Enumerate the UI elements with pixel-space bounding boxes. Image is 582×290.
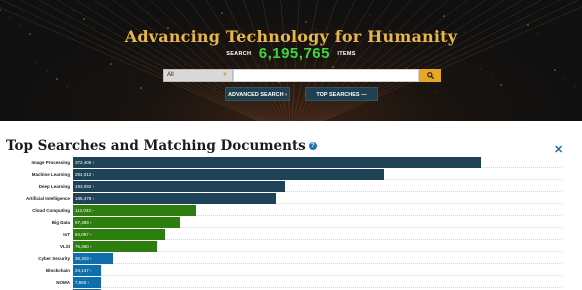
chart-bar[interactable] xyxy=(73,169,385,180)
row-divider xyxy=(73,275,562,276)
chart-row: Big Data 97,489 › xyxy=(0,217,582,228)
top-searches-panel: Top Searches and Matching Documents? ✕ I… xyxy=(0,121,582,290)
row-divider xyxy=(73,287,562,288)
chart-data-label[interactable]: 24,147 › xyxy=(75,265,92,276)
scope-select[interactable]: All ▼ xyxy=(163,69,233,82)
item-count: SEARCH 6,195,765 ITEMS xyxy=(0,45,582,63)
hero-banner: Advancing Technology for Humanity SEARCH… xyxy=(0,0,582,121)
chart-data-label[interactable]: 97,489 › xyxy=(75,217,92,228)
chart-row: Artificial Intelligence 185,479 › xyxy=(0,193,582,204)
chart-data-label[interactable]: 284,012 › xyxy=(75,169,94,180)
chart-category-label[interactable]: Blockchain xyxy=(46,265,70,276)
chart-data-label[interactable]: 7,550 › xyxy=(75,277,89,288)
chart-category-label[interactable]: Big Data xyxy=(52,217,70,228)
chart-data-label[interactable]: 112,033 › xyxy=(75,205,94,216)
chart-category-label[interactable]: NOMA xyxy=(56,277,70,288)
row-divider xyxy=(73,263,562,264)
chart-row: Deep Learning 193,092 › xyxy=(0,181,582,192)
chart-row: Cloud Computing 112,033 › xyxy=(0,205,582,216)
search-input[interactable] xyxy=(233,69,419,82)
panel-heading-text: Top Searches and Matching Documents xyxy=(6,138,306,154)
search-bar: All ▼ xyxy=(163,69,441,82)
chart-bar[interactable] xyxy=(73,193,277,204)
chevron-down-icon: ▼ xyxy=(222,72,228,78)
search-button[interactable] xyxy=(419,69,441,82)
chart-category-label[interactable]: Machine Learning xyxy=(32,169,70,180)
scope-select-value: All xyxy=(167,72,174,78)
top-searches-chart: Image Processing 372,405 › Machine Learnin… xyxy=(0,157,582,290)
hero-title: Advancing Technology for Humanity xyxy=(124,27,458,46)
chart-row: Machine Learning 284,012 › xyxy=(0,169,582,180)
chart-data-label[interactable]: 185,479 › xyxy=(75,193,94,204)
chart-data-label[interactable]: 193,092 › xyxy=(75,181,94,192)
chart-row: Image Processing 372,405 › xyxy=(0,157,582,168)
chart-bar[interactable] xyxy=(73,157,481,168)
question-circle-icon[interactable]: ? xyxy=(308,141,317,150)
top-searches-button[interactable]: TOP SEARCHES — xyxy=(305,87,378,101)
advanced-search-button[interactable]: ADVANCED SEARCH › xyxy=(225,87,290,101)
count-suffix: ITEMS xyxy=(337,50,356,57)
count-prefix: SEARCH xyxy=(226,50,252,57)
chart-category-label[interactable]: Image Processing xyxy=(31,157,70,168)
chart-row: VLSI 76,360 › xyxy=(0,241,582,252)
chart-category-label[interactable]: Artificial Intelligence xyxy=(26,193,70,204)
chart-data-label[interactable]: 76,360 › xyxy=(75,241,92,252)
chart-category-label[interactable]: IoT xyxy=(63,229,70,240)
chart-data-label[interactable]: 372,405 › xyxy=(75,157,94,168)
chart-category-label[interactable]: Cloud Computing xyxy=(32,205,70,216)
chart-category-label[interactable]: Deep Learning xyxy=(39,181,70,192)
chart-row: Cyber Security 36,323 › xyxy=(0,253,582,264)
count-number: 6,195,765 xyxy=(258,45,330,63)
panel-heading: Top Searches and Matching Documents? xyxy=(6,138,317,154)
chart-data-label[interactable]: 84,097 › xyxy=(75,229,92,240)
chart-row: NOMA 7,550 › xyxy=(0,277,582,288)
chart-category-label[interactable]: Cyber Security xyxy=(38,253,70,264)
search-icon xyxy=(426,71,434,79)
chart-bar[interactable] xyxy=(73,181,285,192)
chart-row: IoT 84,097 › xyxy=(0,229,582,240)
chart-row: Blockchain 24,147 › xyxy=(0,265,582,276)
chart-category-label[interactable]: VLSI xyxy=(60,241,70,252)
chart-data-label[interactable]: 36,323 › xyxy=(75,253,92,264)
close-icon[interactable]: ✕ xyxy=(554,143,563,156)
